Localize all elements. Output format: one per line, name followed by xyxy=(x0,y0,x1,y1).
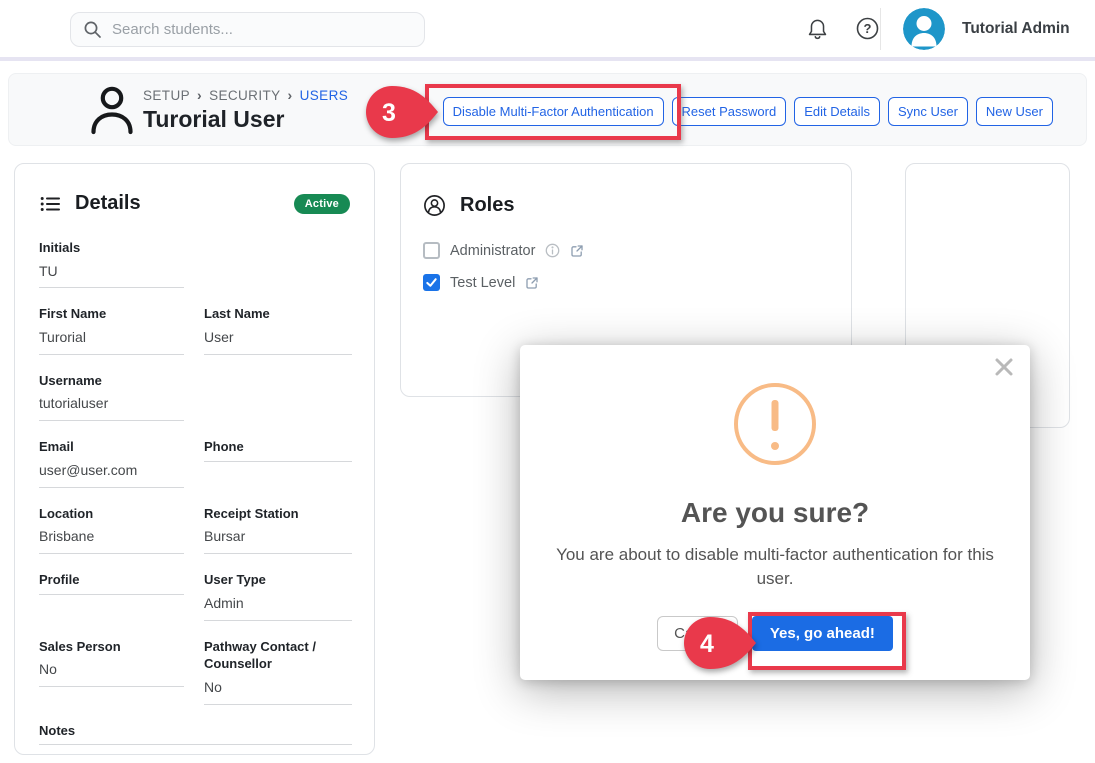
check-icon xyxy=(425,276,438,289)
dialog-message: You are about to disable multi-factor au… xyxy=(549,543,1001,591)
user-menu[interactable]: Tutorial Admin xyxy=(903,8,1070,50)
user-name: Tutorial Admin xyxy=(962,20,1070,38)
notifications-button[interactable] xyxy=(804,16,830,42)
topbar-icons: ? xyxy=(804,0,880,57)
warning-icon xyxy=(734,383,816,465)
external-link-icon[interactable] xyxy=(570,244,584,258)
chevron-right-icon: › xyxy=(288,87,293,103)
role-rows: Administrator xyxy=(423,242,829,291)
roles-card-header: Roles xyxy=(423,194,829,217)
new-user-button[interactable]: New User xyxy=(976,97,1053,126)
field-initials: Initials TU xyxy=(39,239,184,288)
details-card: Details Active Initials TU First Name Tu… xyxy=(14,163,375,755)
field-username: Username tutorialuser xyxy=(39,372,184,421)
status-badge: Active xyxy=(294,194,350,214)
avatar-person-icon xyxy=(903,8,945,50)
field-notes: Notes xyxy=(39,722,352,746)
field-receipt-station: Receipt Station Bursar xyxy=(204,505,352,554)
field-phone: Phone xyxy=(204,438,352,487)
user-page-icon xyxy=(87,84,137,143)
list-icon xyxy=(39,193,61,215)
breadcrumb-security[interactable]: SECURITY xyxy=(209,88,280,103)
field-pathway-contact: Pathway Contact / Counsellor No xyxy=(204,638,352,705)
topbar-bottom-divider xyxy=(0,57,1095,61)
test-level-checkbox[interactable] xyxy=(423,274,440,291)
external-link-icon[interactable] xyxy=(525,276,539,290)
role-row-test-level: Test Level xyxy=(423,274,829,291)
topbar: ? Tutorial Admin xyxy=(0,0,1095,57)
breadcrumb-users[interactable]: USERS xyxy=(300,88,349,103)
annotation-step-3-number: 3 xyxy=(382,99,396,127)
field-location: Location Brisbane xyxy=(39,505,184,554)
sync-user-button[interactable]: Sync User xyxy=(888,97,968,126)
topbar-divider xyxy=(880,8,881,50)
dialog-title: Are you sure? xyxy=(520,497,1030,529)
header-text-block: SETUP › SECURITY › USERS Turorial User xyxy=(143,87,348,133)
field-profile: Profile xyxy=(39,571,184,620)
field-email: Email user@user.com xyxy=(39,438,184,487)
help-icon: ? xyxy=(855,16,880,41)
search-box[interactable] xyxy=(70,12,425,47)
field-sales-person: Sales Person No xyxy=(39,638,184,705)
role-label: Test Level xyxy=(450,275,515,291)
annotation-step-3-pointer: 3 xyxy=(362,84,440,140)
annotation-step-4-number: 4 xyxy=(700,630,714,658)
help-button[interactable]: ? xyxy=(854,16,880,42)
chevron-right-icon: › xyxy=(197,87,202,103)
search-icon xyxy=(83,20,102,39)
search-input[interactable] xyxy=(112,21,412,38)
person-circle-icon xyxy=(423,194,446,217)
reset-password-button[interactable]: Reset Password xyxy=(672,97,787,126)
annotation-highlight-disable-mfa xyxy=(425,84,681,140)
role-row-administrator: Administrator xyxy=(423,242,829,259)
field-first-name: First Name Turorial xyxy=(39,305,184,354)
info-icon[interactable] xyxy=(545,243,560,258)
field-last-name: Last Name User xyxy=(204,305,352,354)
details-title: Details xyxy=(75,192,141,215)
avatar xyxy=(903,8,945,50)
bell-icon xyxy=(806,17,829,40)
edit-details-button[interactable]: Edit Details xyxy=(794,97,880,126)
annotation-highlight-confirm xyxy=(748,612,906,670)
field-user-type: User Type Admin xyxy=(204,571,352,620)
role-label: Administrator xyxy=(450,243,535,259)
annotation-step-4-pointer: 4 xyxy=(680,615,758,671)
breadcrumb: SETUP › SECURITY › USERS xyxy=(143,87,348,103)
roles-title: Roles xyxy=(460,194,514,217)
details-fields: Initials TU First Name Turorial Last Nam… xyxy=(39,239,350,762)
close-icon[interactable] xyxy=(992,355,1016,379)
details-card-header: Details Active xyxy=(39,192,350,215)
help-glyph: ? xyxy=(863,21,871,36)
breadcrumb-setup[interactable]: SETUP xyxy=(143,88,190,103)
page-title: Turorial User xyxy=(143,106,348,133)
administrator-checkbox[interactable] xyxy=(423,242,440,259)
page: ? Tutorial Admin xyxy=(0,0,1095,763)
